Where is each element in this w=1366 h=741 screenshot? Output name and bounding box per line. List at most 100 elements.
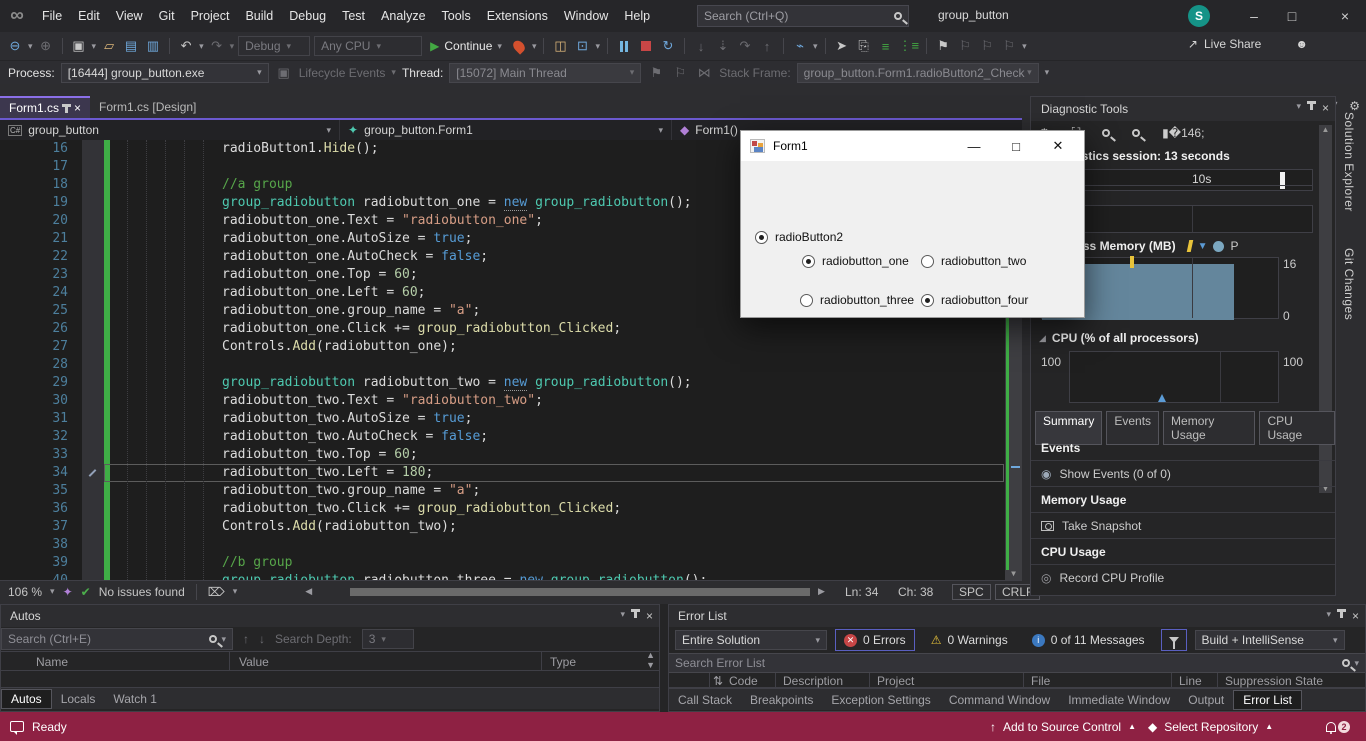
feedback-person-icon[interactable]: ☻: [1295, 37, 1308, 51]
zoom-level-dropdown[interactable]: 106 %: [8, 585, 42, 599]
glyph-margin[interactable]: [82, 338, 104, 356]
zoom-in-icon[interactable]: [1102, 129, 1110, 137]
code-line-30[interactable]: 30radiobutton_two.Text = "radiobutton_tw…: [0, 392, 1022, 410]
process-dropdown[interactable]: [16444] group_button.exe▾: [61, 63, 269, 83]
stop-debugging-icon[interactable]: [637, 36, 655, 56]
solution-configuration-dropdown[interactable]: Debug▾: [238, 36, 310, 56]
window-layout-icon[interactable]: ⊡: [573, 36, 591, 56]
menu-item[interactable]: View: [108, 0, 151, 32]
glyph-margin[interactable]: [82, 230, 104, 248]
menu-item[interactable]: Edit: [70, 0, 108, 32]
new-project-icon[interactable]: ▣: [70, 36, 88, 56]
search-prev-icon[interactable]: ↑: [243, 632, 249, 646]
glyph-margin[interactable]: [82, 500, 104, 518]
sidebar-tab-solution-explorer[interactable]: Solution Explorer: [1342, 112, 1356, 212]
autos-header[interactable]: Autos ▾ ×: [1, 605, 659, 627]
hscroll-left-icon[interactable]: ◀: [305, 586, 312, 597]
find-in-files-icon[interactable]: ◫: [551, 36, 569, 56]
cpu-expander-icon[interactable]: ◢: [1039, 333, 1046, 344]
glyph-margin[interactable]: [82, 554, 104, 572]
glyph-margin[interactable]: [82, 320, 104, 338]
radio-circle-icon[interactable]: [921, 255, 934, 268]
flag-threads-icon[interactable]: ⚑: [647, 63, 665, 83]
code-line-35[interactable]: 35radiobutton_two.group_name = "a";: [0, 482, 1022, 500]
private-bytes-icon[interactable]: [1213, 241, 1224, 252]
radio-circle-icon[interactable]: [921, 294, 934, 307]
tab-form1-cs-design[interactable]: Form1.cs [Design]: [90, 96, 205, 118]
menu-item[interactable]: Git: [151, 0, 183, 32]
watch-tab[interactable]: Autos: [1, 689, 52, 709]
reset-view-icon[interactable]: ▮�146;: [1162, 126, 1204, 140]
hscroll-right-icon[interactable]: ▶: [818, 586, 825, 597]
code-line-31[interactable]: 31radiobutton_two.AutoSize = true;: [0, 410, 1022, 428]
window-position-icon[interactable]: ▾: [620, 609, 625, 623]
restart-icon[interactable]: ↻: [659, 36, 677, 56]
new-project-dropdown-icon[interactable]: ▾: [92, 41, 97, 52]
code-line-39[interactable]: 39//b group: [0, 554, 1022, 572]
navigate-forward-icon[interactable]: ⊕: [37, 36, 55, 56]
glyph-margin[interactable]: [82, 536, 104, 554]
radio-radiobutton_four[interactable]: radiobutton_four: [921, 293, 1028, 307]
intellicode-icon[interactable]: ✦: [63, 585, 73, 599]
minimize-button[interactable]: –: [1237, 0, 1271, 32]
radio-circle-icon[interactable]: [800, 294, 813, 307]
close-icon[interactable]: ×: [646, 609, 653, 623]
watch-tab[interactable]: Watch 1: [104, 690, 166, 708]
column-line[interactable]: Line: [1179, 674, 1202, 688]
glyph-margin[interactable]: [82, 446, 104, 464]
menu-item[interactable]: Project: [183, 0, 238, 32]
search-next-icon[interactable]: ↓: [259, 632, 265, 646]
add-to-source-control-button[interactable]: ↑ Add to Source Control ▲: [990, 720, 1136, 734]
close-button[interactable]: ×: [1328, 0, 1362, 32]
autos-search-input[interactable]: Search (Ctrl+E) ▾: [1, 628, 233, 650]
column-value[interactable]: Value: [239, 655, 269, 669]
zoom-out-icon[interactable]: [1132, 129, 1140, 137]
quick-search-input[interactable]: Search (Ctrl+Q): [697, 5, 909, 27]
warnings-filter-button[interactable]: ⚠ 0 Warnings: [923, 629, 1016, 651]
tool-window-tab[interactable]: Breakpoints: [741, 691, 822, 709]
glyph-margin[interactable]: [82, 482, 104, 500]
column-type[interactable]: Type: [550, 655, 576, 669]
glyph-margin[interactable]: [82, 410, 104, 428]
glyph-margin[interactable]: [82, 158, 104, 176]
radio-radioButton2[interactable]: radioButton2: [755, 230, 843, 244]
pin-icon[interactable]: [65, 104, 68, 113]
column-suppression-state[interactable]: Suppression State: [1225, 674, 1323, 688]
radio-radiobutton_three[interactable]: radiobutton_three: [800, 293, 914, 307]
pin-icon[interactable]: [1310, 101, 1313, 110]
bookmark-icon[interactable]: ⚑: [934, 36, 952, 56]
code-line-29[interactable]: 29group_radiobutton radiobutton_two = ne…: [0, 374, 1022, 392]
maximize-button[interactable]: □: [1275, 0, 1309, 32]
form-minimize-button[interactable]: —: [957, 139, 991, 154]
type-dropdown[interactable]: ✦ group_button.Form1 ▾: [340, 120, 672, 140]
code-line-40[interactable]: 40group_radiobutton radiobutton_three = …: [0, 572, 1022, 580]
feedback-icon[interactable]: [10, 721, 24, 732]
form1-dialog-window[interactable]: Form1 — □ ✕ radioButton2radiobutton_oner…: [740, 130, 1085, 318]
navigate-back-icon[interactable]: ⊖: [6, 36, 24, 56]
redo-dropdown-icon[interactable]: ▾: [230, 41, 235, 52]
spaces-indicator[interactable]: SPC: [952, 584, 991, 600]
error-list-header[interactable]: Error List ▾ ×: [669, 605, 1365, 627]
project-dropdown[interactable]: C# group_button ▾: [0, 120, 340, 140]
column-file[interactable]: File: [1031, 674, 1050, 688]
error-scope-dropdown[interactable]: Entire Solution▾: [675, 630, 827, 650]
document-outline-icon[interactable]: ⎘: [855, 36, 873, 56]
radio-circle-icon[interactable]: [802, 255, 815, 268]
tool-window-tab[interactable]: Output: [1179, 691, 1233, 709]
code-map-dropdown-icon[interactable]: ▾: [813, 41, 818, 52]
suspend-icon[interactable]: ⋈: [695, 63, 713, 83]
tool-window-tab[interactable]: Call Stack: [669, 691, 741, 709]
tool-window-tab[interactable]: Error List: [1233, 690, 1302, 710]
menu-item[interactable]: Test: [334, 0, 373, 32]
step-into-icon[interactable]: ↓: [692, 36, 710, 56]
sort-icon[interactable]: ⇅: [713, 674, 723, 688]
code-line-36[interactable]: 36radiobutton_two.Click += group_radiobu…: [0, 500, 1022, 518]
undo-icon[interactable]: ↶: [177, 36, 195, 56]
glyph-margin[interactable]: [82, 176, 104, 194]
radio-circle-icon[interactable]: [755, 231, 768, 244]
issues-status[interactable]: No issues found: [99, 585, 185, 599]
form1-title-bar[interactable]: Form1 — □ ✕: [741, 131, 1084, 161]
close-icon[interactable]: ×: [1322, 101, 1329, 115]
glyph-margin[interactable]: [82, 140, 104, 158]
next-bookmark-icon[interactable]: ⚐: [978, 36, 996, 56]
